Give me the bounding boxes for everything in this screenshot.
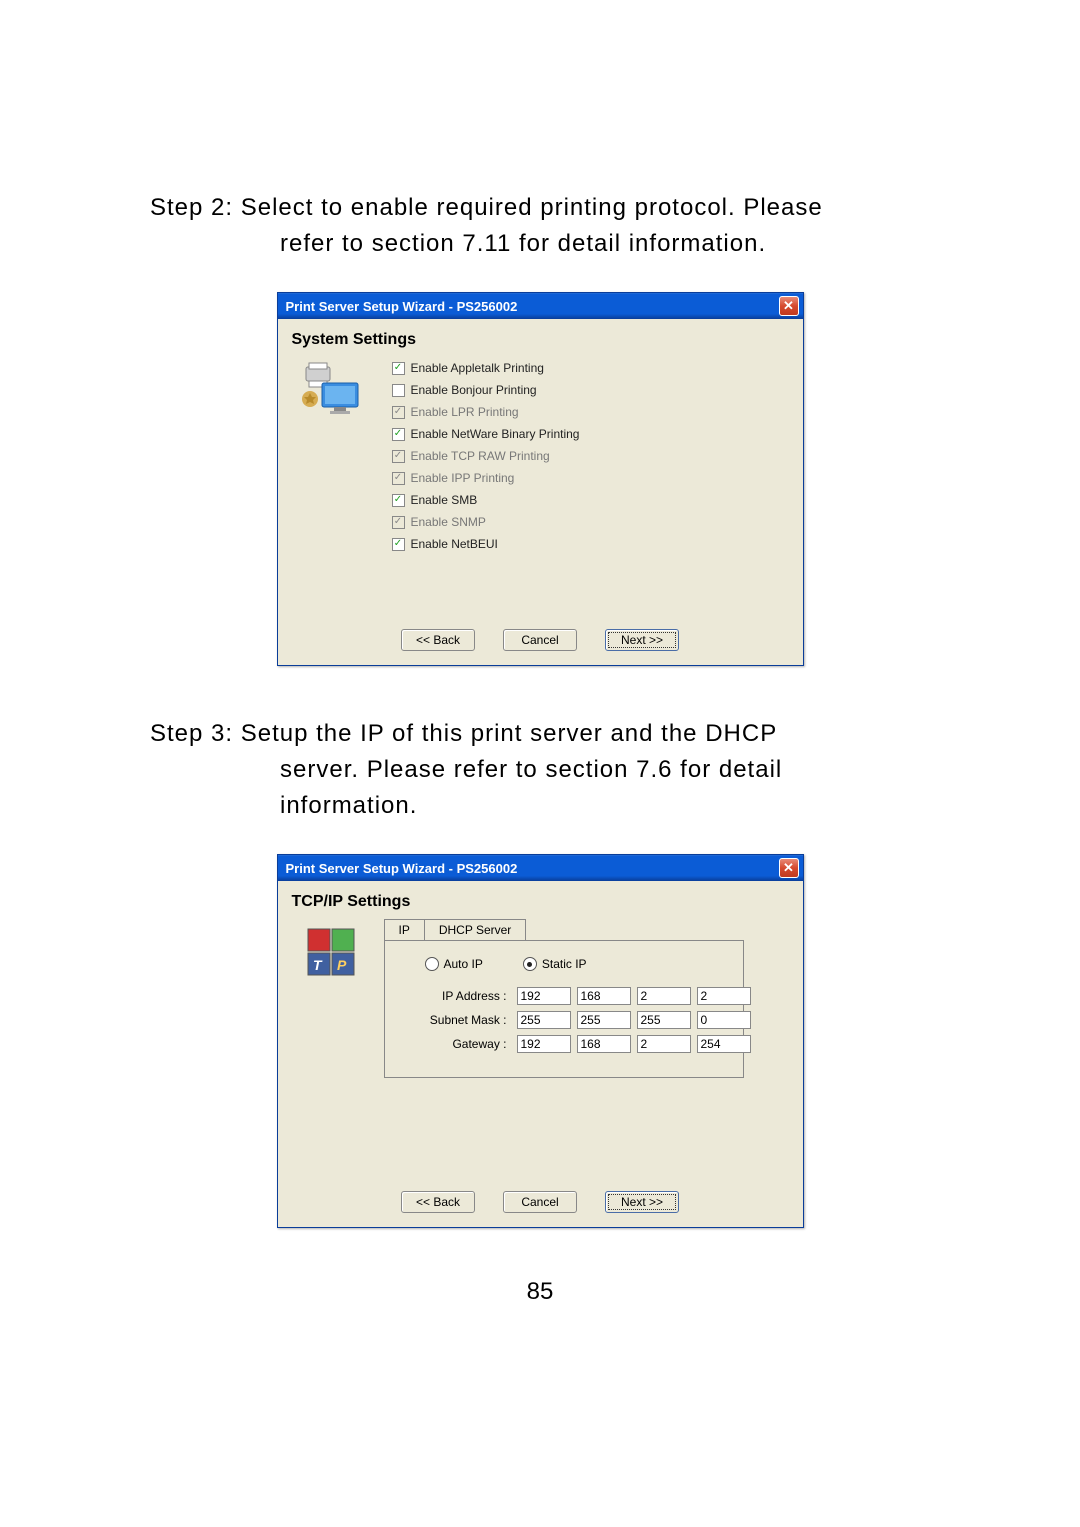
- tcpip-icon: T P: [302, 919, 372, 1078]
- ip-octet-input[interactable]: 2: [637, 987, 691, 1005]
- cancel-button[interactable]: Cancel: [503, 1191, 577, 1213]
- system-settings-dialog: Print Server Setup Wizard - PS256002 ✕ S…: [277, 292, 804, 666]
- gateway-octet-input[interactable]: 2: [637, 1035, 691, 1053]
- dialog-title: Print Server Setup Wizard - PS256002: [286, 299, 518, 314]
- gateway-octet-input[interactable]: 168: [577, 1035, 631, 1053]
- checkbox-label: Enable NetBEUI: [411, 537, 498, 551]
- tab-content: Auto IP Static IP IP Address : 192 168 2: [384, 940, 744, 1078]
- checkbox-list: Enable Appletalk Printing Enable Bonjour …: [392, 357, 580, 551]
- checkbox-icon[interactable]: [392, 428, 405, 441]
- checkbox-row[interactable]: Enable Appletalk Printing: [392, 361, 580, 375]
- ip-octet-input[interactable]: 168: [577, 987, 631, 1005]
- svg-text:P: P: [337, 957, 347, 973]
- step3-line2: server. Please refer to section 7.6 for …: [150, 752, 960, 788]
- step3-line1: Step 3: Setup the IP of this print serve…: [150, 720, 777, 747]
- checkbox-icon[interactable]: [392, 384, 405, 397]
- ip-address-label: IP Address :: [411, 989, 511, 1003]
- checkbox-label: Enable Bonjour Printing: [411, 383, 537, 397]
- checkbox-row[interactable]: Enable SMB: [392, 493, 580, 507]
- ip-octet-input[interactable]: 192: [517, 987, 571, 1005]
- checkbox-label: Enable TCP RAW Printing: [411, 449, 550, 463]
- tab-ip[interactable]: IP: [384, 919, 425, 940]
- checkbox-label: Enable LPR Printing: [411, 405, 519, 419]
- subnet-octet-input[interactable]: 255: [517, 1011, 571, 1029]
- checkbox-label: Enable NetWare Binary Printing: [411, 427, 580, 441]
- checkbox-label: Enable Appletalk Printing: [411, 361, 544, 375]
- radio-static-ip[interactable]: Static IP: [523, 957, 587, 971]
- checkbox-icon: [392, 450, 405, 463]
- close-icon[interactable]: ✕: [779, 858, 799, 878]
- subnet-octet-input[interactable]: 255: [577, 1011, 631, 1029]
- ip-octet-input[interactable]: 2: [697, 987, 751, 1005]
- checkbox-row[interactable]: Enable Bonjour Printing: [392, 383, 580, 397]
- title-bar: Print Server Setup Wizard - PS256002 ✕: [278, 293, 803, 319]
- dialog-heading: TCP/IP Settings: [292, 893, 789, 911]
- checkbox-row: Enable LPR Printing: [392, 405, 580, 419]
- step3-text: Step 3: Setup the IP of this print serve…: [120, 716, 960, 824]
- printer-monitor-icon: [302, 357, 372, 551]
- dialog-heading: System Settings: [292, 331, 789, 349]
- step2-text: Step 2: Select to enable required printi…: [120, 190, 960, 262]
- checkbox-row[interactable]: Enable NetWare Binary Printing: [392, 427, 580, 441]
- next-button[interactable]: Next >>: [605, 1191, 679, 1213]
- checkbox-icon[interactable]: [392, 538, 405, 551]
- checkbox-label: Enable SMB: [411, 493, 478, 507]
- step3-line3: information.: [150, 788, 960, 824]
- tcpip-settings-dialog: Print Server Setup Wizard - PS256002 ✕ T…: [277, 854, 804, 1228]
- subnet-octet-input[interactable]: 0: [697, 1011, 751, 1029]
- radio-label: Static IP: [542, 957, 587, 971]
- svg-text:T: T: [313, 957, 323, 973]
- close-icon[interactable]: ✕: [779, 296, 799, 316]
- next-button[interactable]: Next >>: [605, 629, 679, 651]
- gateway-octet-input[interactable]: 192: [517, 1035, 571, 1053]
- dialog-title: Print Server Setup Wizard - PS256002: [286, 861, 518, 876]
- checkbox-row: Enable SNMP: [392, 515, 580, 529]
- radio-label: Auto IP: [444, 957, 483, 971]
- step2-line1: Step 2: Select to enable required printi…: [150, 194, 823, 221]
- checkbox-icon: [392, 516, 405, 529]
- back-button[interactable]: << Back: [401, 1191, 475, 1213]
- back-button[interactable]: << Back: [401, 629, 475, 651]
- page-number: 85: [120, 1278, 960, 1306]
- step2-line2: refer to section 7.11 for detail informa…: [150, 226, 960, 262]
- checkbox-icon: [392, 406, 405, 419]
- checkbox-label: Enable IPP Printing: [411, 471, 515, 485]
- checkbox-icon[interactable]: [392, 494, 405, 507]
- tab-bar: IP DHCP Server: [384, 919, 744, 940]
- title-bar: Print Server Setup Wizard - PS256002 ✕: [278, 855, 803, 881]
- radio-icon: [523, 957, 537, 971]
- radio-icon: [425, 957, 439, 971]
- tab-dhcp-server[interactable]: DHCP Server: [424, 919, 526, 940]
- radio-auto-ip[interactable]: Auto IP: [425, 957, 483, 971]
- gateway-octet-input[interactable]: 254: [697, 1035, 751, 1053]
- checkbox-label: Enable SNMP: [411, 515, 486, 529]
- checkbox-icon: [392, 472, 405, 485]
- checkbox-row[interactable]: Enable NetBEUI: [392, 537, 580, 551]
- subnet-octet-input[interactable]: 255: [637, 1011, 691, 1029]
- checkbox-row: Enable TCP RAW Printing: [392, 449, 580, 463]
- cancel-button[interactable]: Cancel: [503, 629, 577, 651]
- gateway-label: Gateway :: [411, 1037, 511, 1051]
- checkbox-row: Enable IPP Printing: [392, 471, 580, 485]
- subnet-mask-label: Subnet Mask :: [411, 1013, 511, 1027]
- checkbox-icon[interactable]: [392, 362, 405, 375]
